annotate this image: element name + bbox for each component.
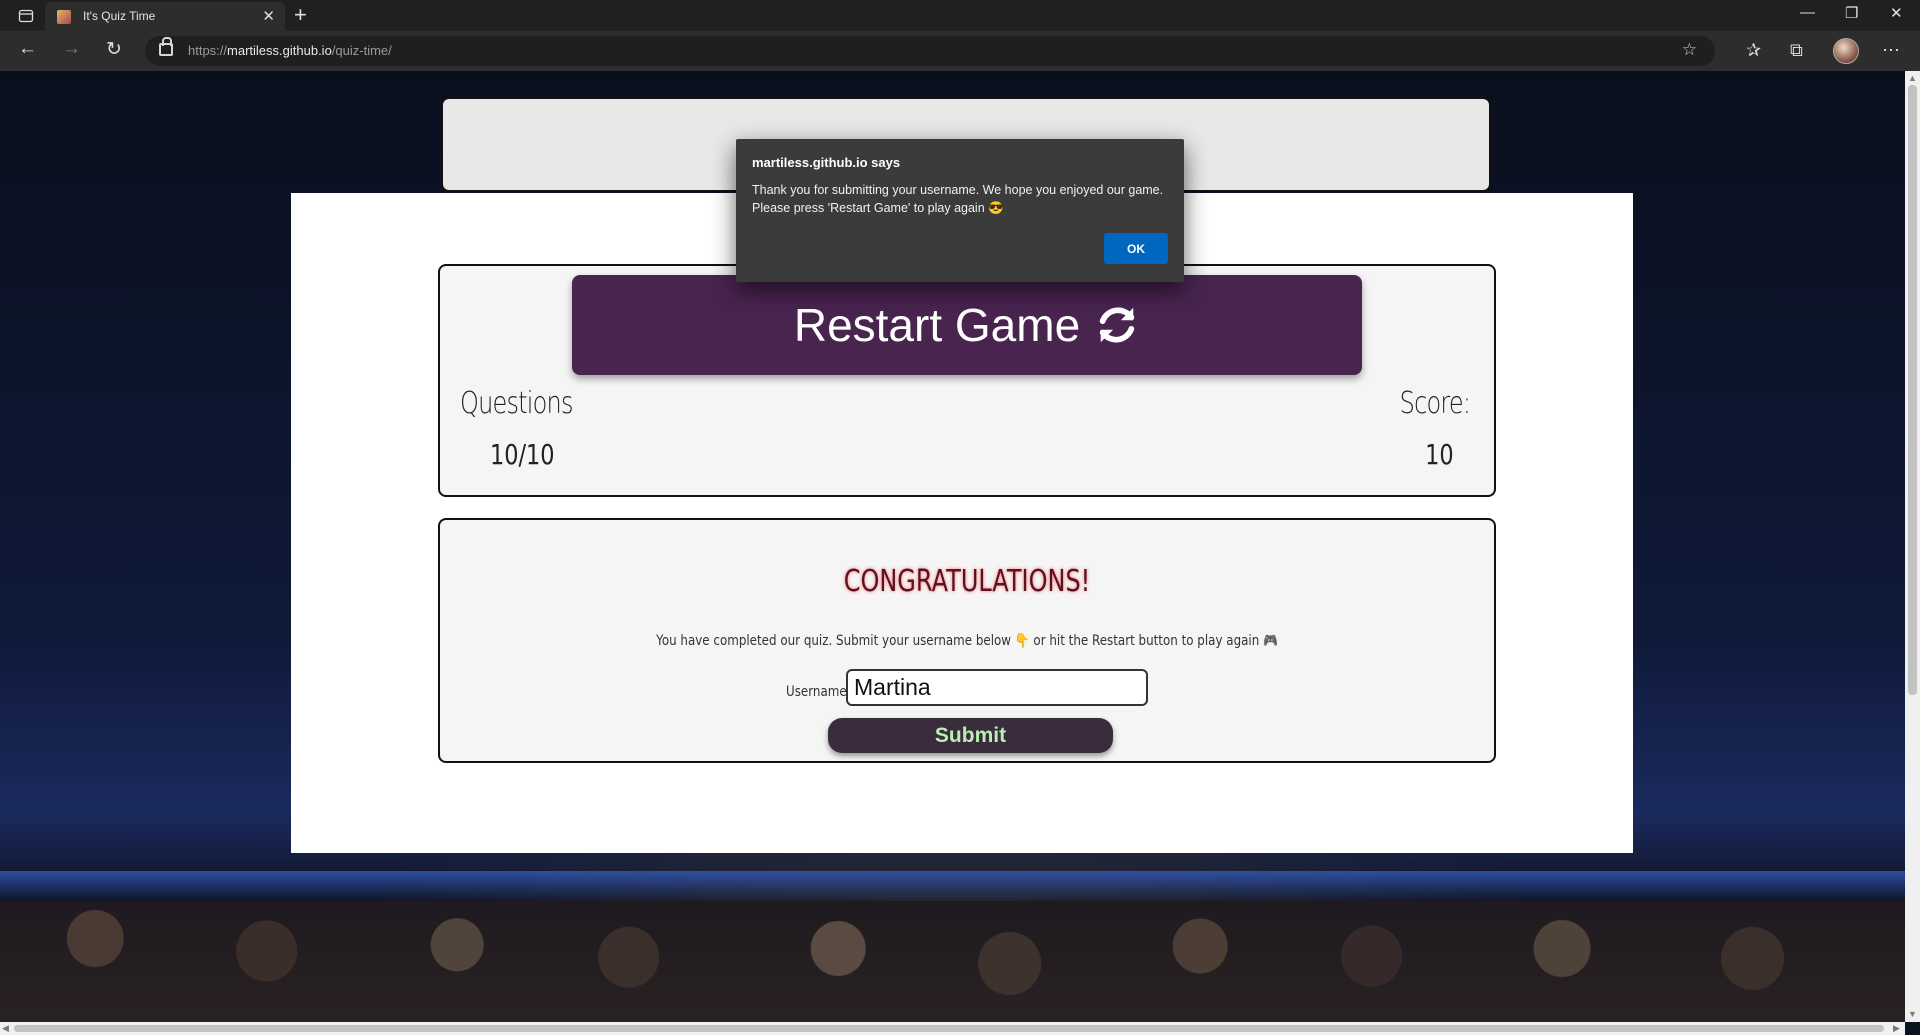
- scroll-left-icon[interactable]: ◀: [2, 1023, 9, 1034]
- favorite-add-icon[interactable]: ☆: [1682, 40, 1697, 60]
- quiz-screen: Restart Game Questions 10/10 Score: 10 C…: [291, 193, 1633, 853]
- scroll-right-icon[interactable]: ▶: [1893, 1023, 1900, 1034]
- tab-bar: It's Quiz Time ✕ + — ❐ ✕: [0, 0, 1920, 31]
- refresh-icon[interactable]: ↻: [106, 38, 122, 61]
- horizontal-scrollbar[interactable]: ◀ ▶: [0, 1022, 1905, 1035]
- vertical-scroll-thumb[interactable]: [1908, 85, 1917, 695]
- window-close-icon[interactable]: ✕: [1890, 4, 1903, 22]
- username-input[interactable]: [846, 669, 1148, 706]
- tab-close-icon[interactable]: ✕: [262, 7, 275, 25]
- browser-toolbar: ← → ↻ https://martiless.github.io/quiz-t…: [0, 31, 1920, 71]
- score-panel: Restart Game Questions 10/10 Score: 10: [438, 264, 1496, 497]
- address-bar[interactable]: https://martiless.github.io/quiz-time/ ☆: [145, 36, 1715, 66]
- questions-label: Questions: [460, 386, 573, 421]
- audience-background: [0, 901, 1905, 1022]
- dialog-ok-button[interactable]: OK: [1104, 233, 1168, 264]
- submit-button[interactable]: Submit: [828, 718, 1113, 753]
- collections-icon[interactable]: ⧉: [1790, 40, 1803, 61]
- sync-icon: [1099, 307, 1135, 343]
- page-viewport: Restart Game Questions 10/10 Score: 10 C…: [0, 71, 1905, 1022]
- alert-dialog: martiless.github.io says Thank you for s…: [736, 139, 1184, 282]
- congratulations-text: You have completed our quiz. Submit your…: [656, 633, 1278, 649]
- back-arrow-icon[interactable]: ←: [18, 38, 37, 60]
- lock-icon[interactable]: [159, 37, 173, 56]
- username-label: Username: [786, 684, 847, 700]
- congratulations-panel: CONGRATULATIONS! You have completed our …: [438, 518, 1496, 763]
- score-value: 10: [1425, 438, 1454, 471]
- restore-icon[interactable]: ❐: [1845, 4, 1858, 22]
- questions-value: 10/10: [490, 438, 555, 471]
- tab-quiz-time[interactable]: It's Quiz Time ✕: [45, 2, 285, 31]
- more-icon[interactable]: ⋯: [1882, 40, 1900, 61]
- dialog-message: Thank you for submitting your username. …: [752, 183, 1164, 215]
- forward-arrow-icon[interactable]: →: [62, 38, 81, 60]
- favicon-icon: [57, 10, 71, 24]
- horizontal-scroll-thumb[interactable]: [14, 1025, 1884, 1032]
- vertical-scrollbar[interactable]: ▲ ▼: [1905, 71, 1920, 1022]
- favorites-icon[interactable]: ✰: [1746, 40, 1761, 61]
- restart-label: Restart Game: [793, 299, 1081, 351]
- restart-game-button[interactable]: Restart Game: [572, 275, 1362, 375]
- congratulations-title: CONGRATULATIONS!: [843, 564, 1091, 599]
- scroll-down-icon[interactable]: ▼: [1908, 1009, 1917, 1019]
- scroll-up-icon[interactable]: ▲: [1908, 73, 1917, 83]
- profile-avatar[interactable]: [1833, 38, 1859, 64]
- url-text[interactable]: https://martiless.github.io/quiz-time/: [188, 43, 392, 58]
- new-tab-icon[interactable]: +: [294, 2, 307, 28]
- tab-actions-icon[interactable]: [10, 6, 38, 26]
- dialog-title: martiless.github.io says: [752, 155, 901, 170]
- score-label: Score:: [1399, 386, 1470, 421]
- stage-light: [0, 871, 1905, 901]
- tab-title: It's Quiz Time: [83, 9, 156, 23]
- minimize-icon[interactable]: —: [1800, 4, 1815, 21]
